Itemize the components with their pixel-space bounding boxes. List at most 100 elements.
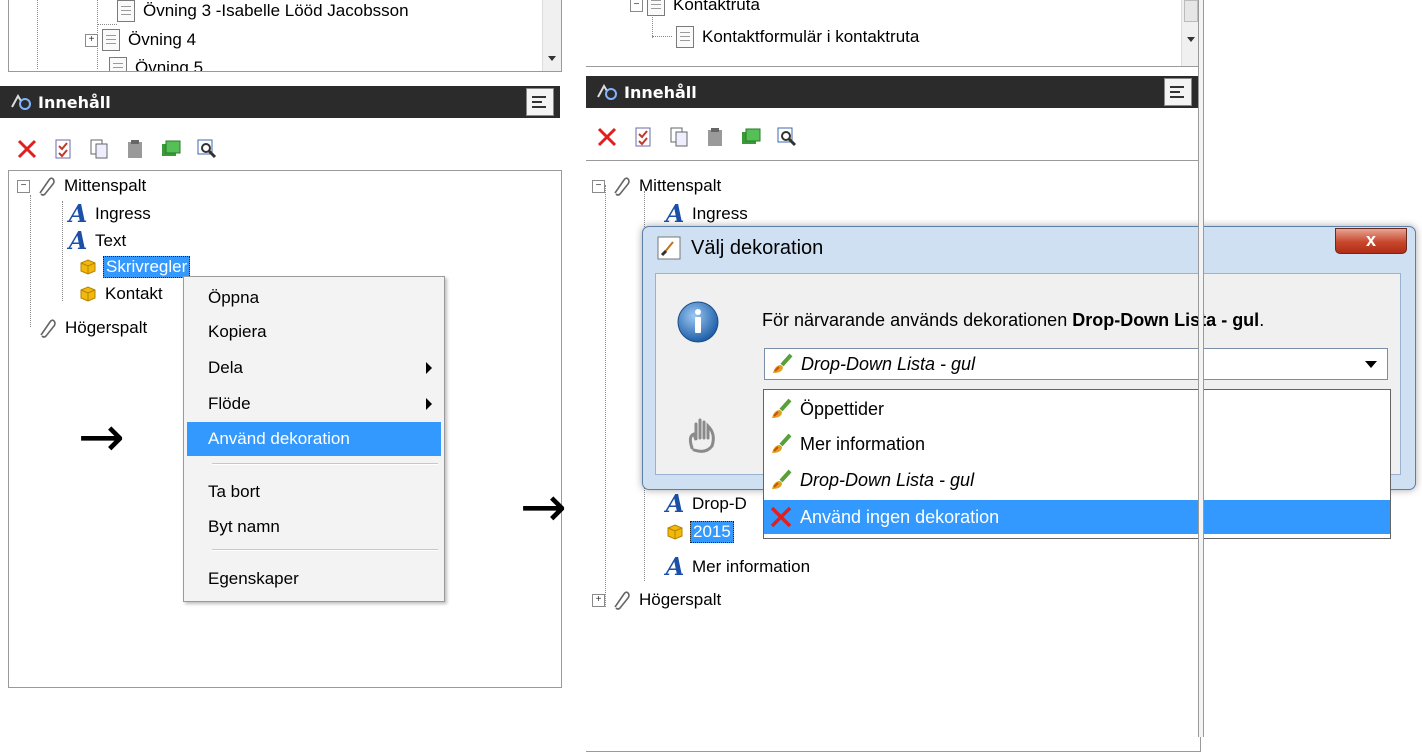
tree-item-skrivregler[interactable]: Skrivregler (79, 254, 191, 280)
app-icon (657, 236, 681, 260)
tree-item-dropdown[interactable]: A Drop-D (664, 491, 749, 517)
checklist-icon[interactable] (52, 138, 74, 160)
text-a-icon: A (665, 489, 685, 518)
left-panel: Övning 3 -Isabelle Lööd Jacobsson + Övni… (0, 0, 570, 737)
text-a-icon: A (68, 226, 88, 255)
panel-title: Innehåll (38, 92, 111, 112)
decoration-dropdown-list: Öppettider Mer information Drop-Down Lis… (763, 389, 1391, 539)
paste-icon[interactable] (704, 126, 726, 148)
paintbrush-icon (768, 396, 794, 422)
collapse-icon[interactable]: − (17, 179, 30, 193)
submenu-arrow-icon (426, 362, 432, 374)
info-icon (676, 300, 720, 344)
layers-icon[interactable] (160, 138, 182, 160)
document-icon (676, 26, 694, 48)
menu-item-open[interactable]: Öppna (184, 281, 444, 315)
menu-item-flow[interactable]: Flöde (184, 387, 444, 421)
panel-menu-button[interactable] (1164, 78, 1192, 106)
chevron-down-icon[interactable] (1365, 361, 1377, 368)
paste-icon[interactable] (124, 138, 146, 160)
tree-item-kontakt[interactable]: Kontakt (79, 281, 165, 307)
preview-icon[interactable] (196, 138, 218, 160)
collapse-icon[interactable]: − (630, 0, 643, 12)
hand-icon (682, 416, 726, 456)
paintbrush-icon (768, 467, 794, 493)
tree-root-mittenspalt[interactable]: − Mittenspalt (17, 173, 148, 199)
yellow-box-icon (79, 258, 97, 276)
tree-item[interactable]: Övning 5 (109, 55, 205, 71)
tree-item[interactable]: Övning 3 -Isabelle Lööd Jacobsson (93, 0, 411, 25)
arrow-right-icon: → (78, 405, 125, 470)
tree-root-mittenspalt[interactable]: − Mittenspalt (592, 173, 723, 199)
tree-item-text[interactable]: A Text (67, 228, 128, 254)
panel-menu-button[interactable] (526, 88, 554, 116)
delete-icon[interactable] (16, 138, 38, 160)
arrow-right-icon: → (520, 475, 567, 540)
menu-item-properties[interactable]: Egenskaper (184, 562, 444, 596)
document-icon (109, 57, 127, 71)
tree-item[interactable]: + Övning 4 (85, 27, 198, 53)
toolbar (596, 122, 812, 152)
tree-item[interactable]: Kontaktformulär i kontaktruta (676, 24, 921, 50)
dialog-title: Välj dekoration (691, 236, 824, 259)
paperclip-icon (609, 589, 631, 611)
tree-item-ingress[interactable]: A Ingress (664, 201, 750, 227)
content-icon (10, 93, 32, 111)
expand-icon[interactable]: + (85, 33, 98, 47)
no-decoration-x-icon (768, 504, 794, 530)
dialog-message: För närvarande används dekorationen Drop… (762, 310, 1265, 330)
paintbrush-icon (768, 431, 794, 457)
left-top-tree: Övning 3 -Isabelle Lööd Jacobsson + Övni… (8, 0, 562, 72)
copy-icon[interactable] (668, 126, 690, 148)
tree-root-hogerspalt[interactable]: Högerspalt (35, 315, 149, 341)
tree-root-hogerspalt[interactable]: + Högerspalt (592, 587, 723, 613)
paintbrush-icon (769, 351, 795, 377)
context-menu: Öppna Kopiera Dela Flöde Använd dekorati… (183, 276, 445, 602)
menu-item-share[interactable]: Dela (184, 351, 444, 385)
submenu-arrow-icon (426, 398, 432, 410)
document-icon (102, 29, 120, 51)
menu-item-apply-decoration[interactable]: Använd dekoration (187, 422, 441, 456)
tree-item-ingress[interactable]: A Ingress (67, 201, 153, 227)
tree-item-2015[interactable]: 2015 (666, 519, 734, 545)
window-edge (1198, 0, 1204, 737)
expand-icon[interactable]: + (592, 593, 605, 607)
delete-icon[interactable] (596, 126, 618, 148)
yellow-box-icon (666, 523, 684, 541)
checklist-icon[interactable] (632, 126, 654, 148)
option-mer-information[interactable]: Mer information (764, 427, 1390, 461)
option-drop-down-lista-gul[interactable]: Drop-Down Lista - gul (764, 463, 1390, 497)
menu-item-rename[interactable]: Byt namn (184, 510, 444, 544)
tree-item[interactable]: − Kontaktruta (630, 0, 762, 18)
content-icon (596, 83, 618, 101)
dialog-titlebar: Välj dekoration (643, 227, 1415, 269)
paperclip-icon (34, 175, 56, 197)
tree-item-mer-information[interactable]: A Mer information (664, 554, 812, 580)
option-oppettider[interactable]: Öppettider (764, 392, 1390, 426)
paperclip-icon (35, 317, 57, 339)
layers-icon[interactable] (740, 126, 762, 148)
preview-icon[interactable] (776, 126, 798, 148)
paperclip-icon (609, 175, 631, 197)
panel-titlebar: Innehåll (586, 76, 1200, 108)
menu-item-copy[interactable]: Kopiera (184, 315, 444, 349)
panel-title: Innehåll (624, 82, 697, 102)
scrollbar[interactable] (542, 0, 561, 71)
panel-titlebar: Innehåll (0, 86, 560, 118)
menu-item-delete[interactable]: Ta bort (184, 475, 444, 509)
collapse-icon[interactable]: − (592, 179, 605, 193)
menu-separator (212, 463, 438, 465)
text-a-icon: A (68, 199, 88, 228)
yellow-box-icon (79, 285, 97, 303)
menu-separator (212, 549, 438, 551)
decoration-select[interactable]: Drop-Down Lista - gul (764, 348, 1388, 380)
document-icon (117, 0, 135, 22)
document-icon (647, 0, 665, 16)
text-a-icon: A (665, 199, 685, 228)
right-top-tree: − Kontaktruta Kontaktformulär i kontaktr… (586, 0, 1201, 67)
text-a-icon: A (665, 552, 685, 581)
toolbar (16, 134, 232, 164)
option-no-decoration[interactable]: Använd ingen dekoration (764, 500, 1390, 534)
copy-icon[interactable] (88, 138, 110, 160)
close-button[interactable]: x (1335, 228, 1407, 254)
